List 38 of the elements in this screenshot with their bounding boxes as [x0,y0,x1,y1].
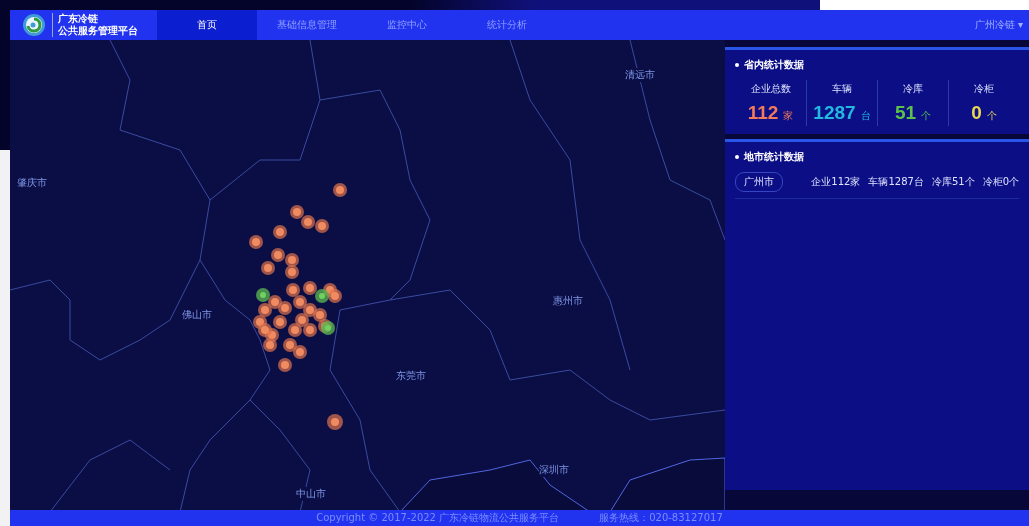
stat-unit: 个 [986,109,997,123]
city-label: 清远市 [624,68,655,83]
hotline-text: 服务热线：020-83127017 [599,511,723,525]
bullet-icon [735,155,739,159]
stat-unit: 家 [783,109,794,123]
stat-value: 112 [747,102,779,124]
city-tag[interactable]: 广州市 [735,172,783,192]
logo-subtitle: 公共服务管理平台 [58,25,138,37]
nav-tab[interactable]: 统计分析 [457,10,557,40]
city-label: 中山市 [296,486,326,501]
table-cell: 冷库51个 [931,175,975,189]
city-label: 肇庆市 [17,176,48,191]
copyright-text: Copyright © 2017-2022 广东冷链物流公共服务平台 [316,511,560,525]
stat-value: 0 [971,102,982,124]
nav-tab[interactable]: 监控中心 [357,10,457,40]
panel-title: 地市统计数据 [744,150,804,164]
user-menu[interactable]: 广州冷链 ▾ [974,18,1023,32]
logo-icon [22,13,46,37]
stat-label: 企业总数 [750,82,791,96]
bullet-icon [735,63,739,67]
table-cell: 冷柜0个 [982,175,1019,189]
city-label: 惠州市 [553,293,584,308]
stat-unit: 台 [860,109,871,123]
stat-value: 1287 [813,102,856,124]
table-cell: 企业112家 [811,175,861,189]
city-label: 深圳市 [539,463,570,477]
panel-title: 省内统计数据 [744,58,804,72]
stat-label: 冷柜 [974,82,994,96]
stat-label: 冷库 [903,82,923,96]
table-cell: 车辆1287台 [868,175,924,189]
nav-tab[interactable]: 基础信息管理 [257,10,357,40]
city-label: 东莞市 [396,369,427,383]
stat-value: 51 [894,102,917,124]
stat-unit: 个 [921,109,932,123]
stat-label: 车辆 [832,82,852,96]
city-label: 佛山市 [181,307,212,322]
nav-tab[interactable]: 首页 [157,10,257,40]
logo-title: 广东冷链 [58,13,99,25]
